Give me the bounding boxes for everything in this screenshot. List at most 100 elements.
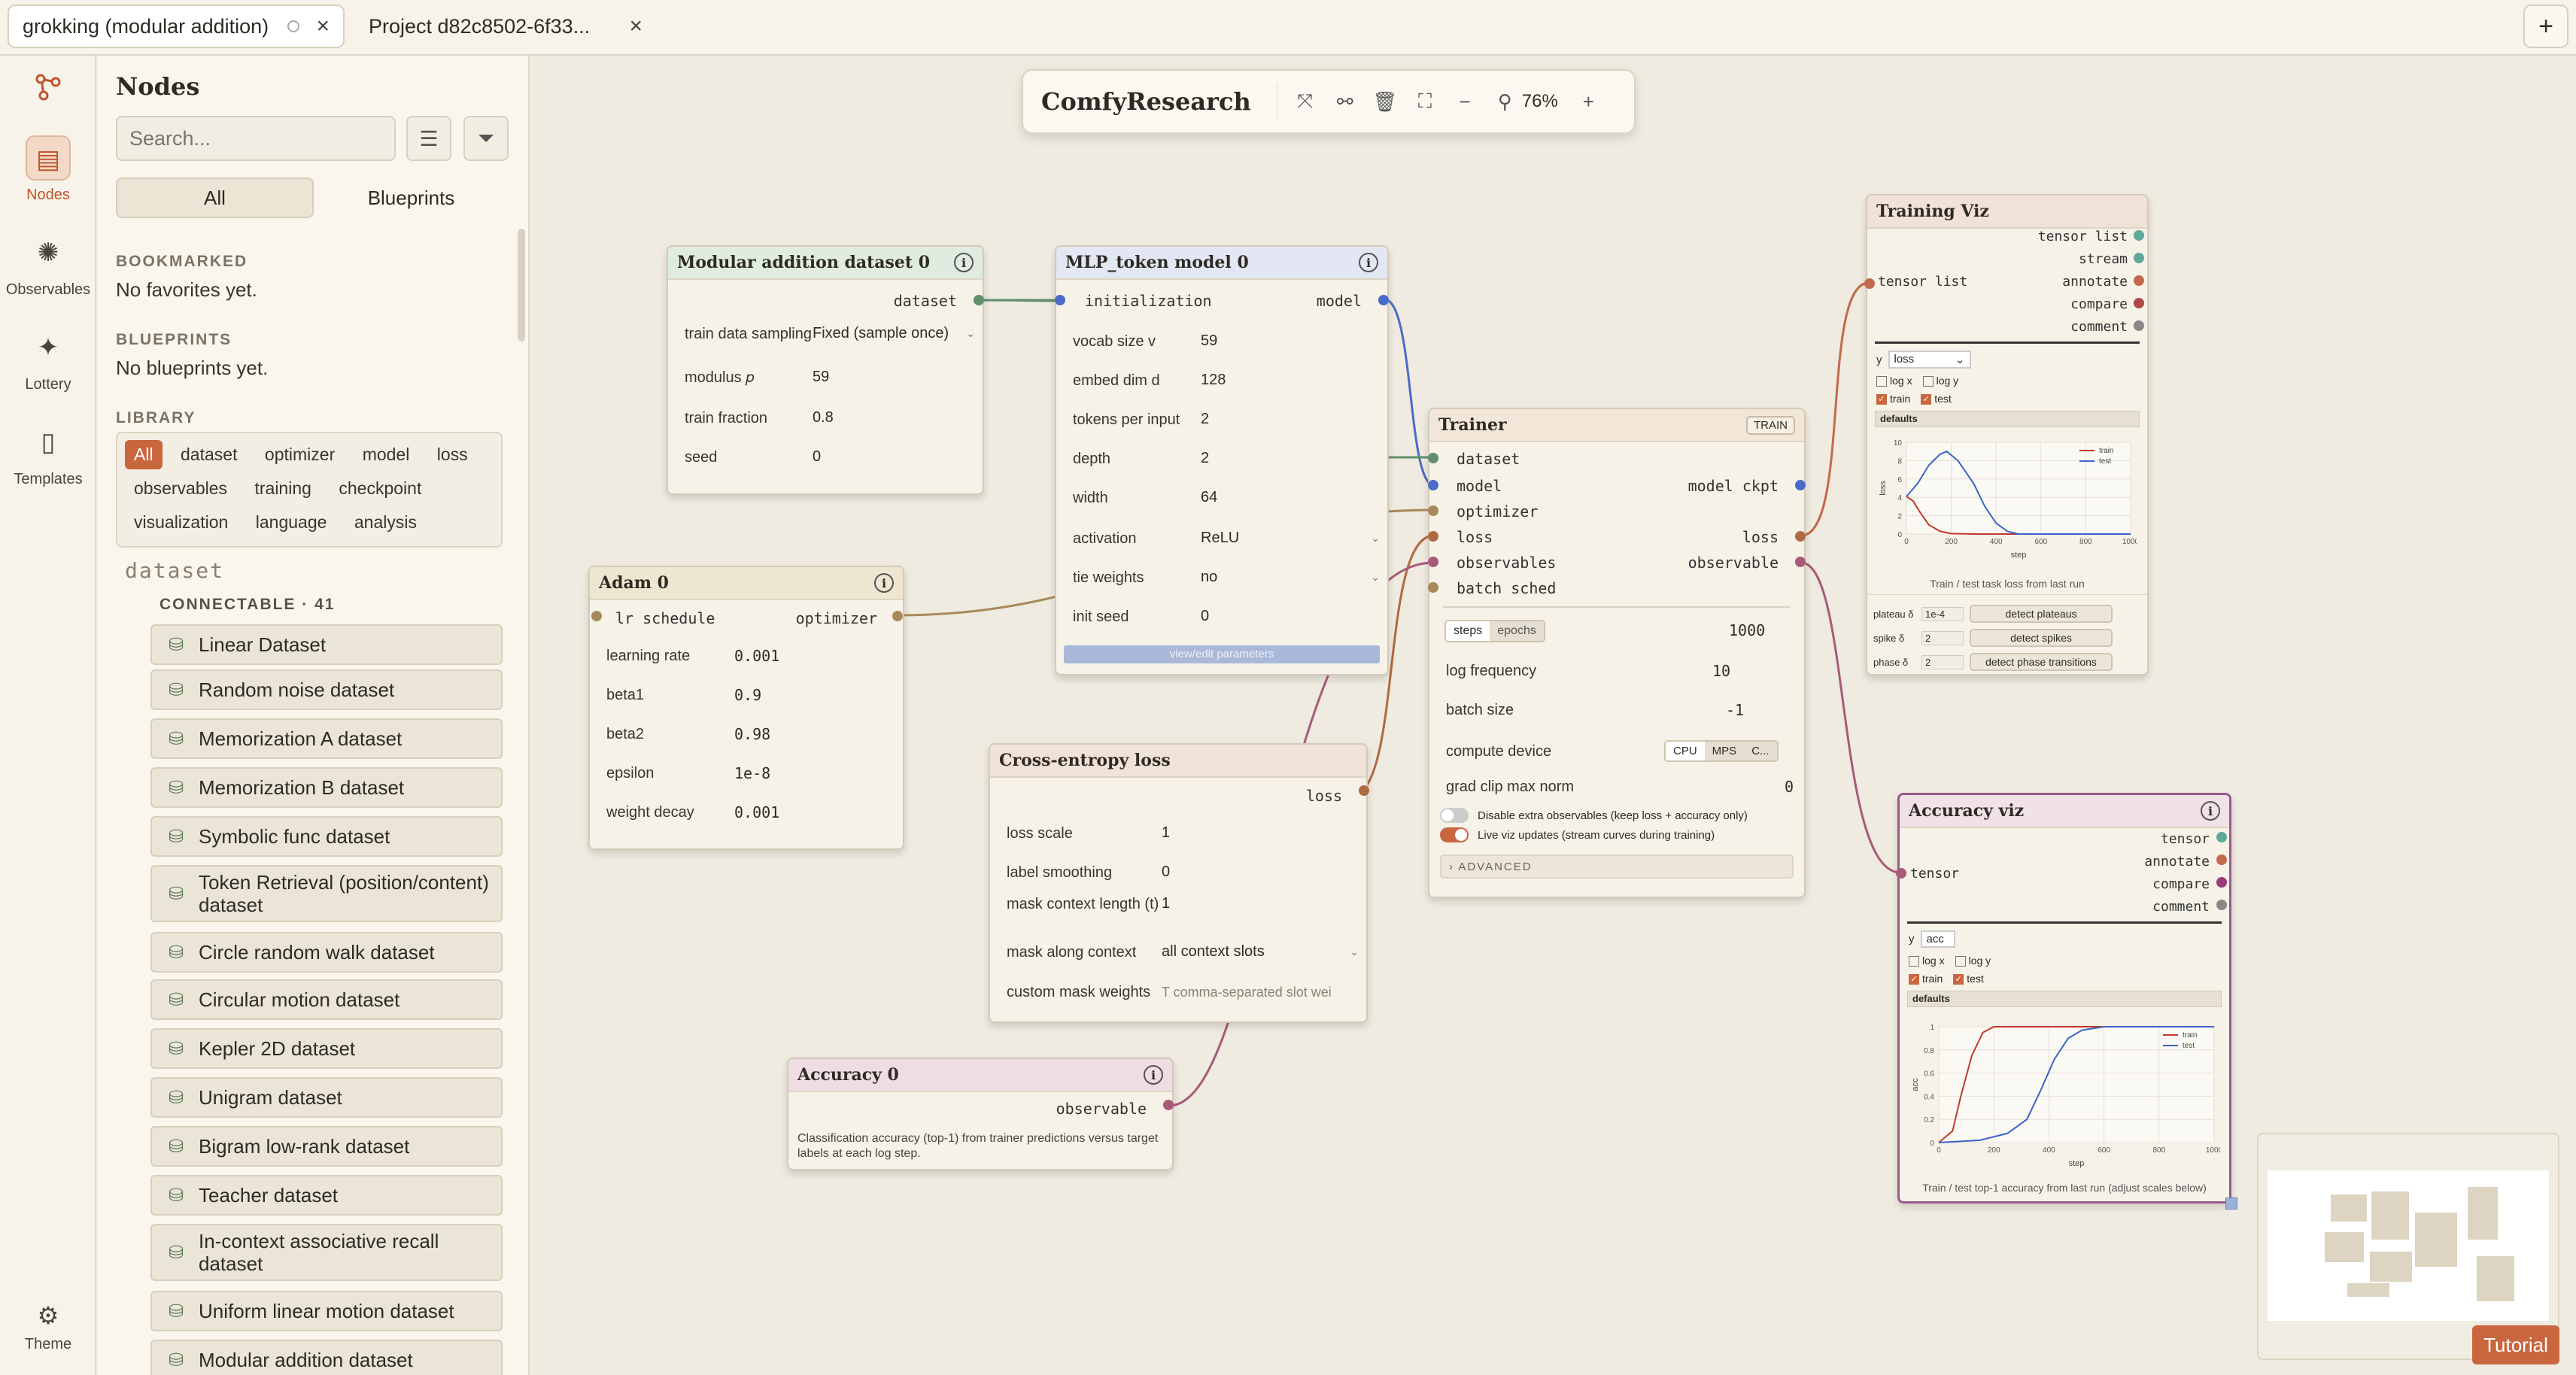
param-value[interactable]: 0.9	[734, 686, 761, 704]
chip-visualization[interactable]: visualization	[125, 508, 237, 537]
output-port-dot[interactable]	[2134, 230, 2144, 241]
logx-checkbox[interactable]: log x	[1876, 375, 1912, 387]
param-row[interactable]: custom mask weights T comma-separated slo…	[1007, 984, 1359, 1000]
plateau-input[interactable]: 1e-4	[1921, 606, 1964, 621]
param-row[interactable]: depth 2	[1073, 450, 1380, 467]
node-mlp-token-model[interactable]: MLP_token model 0 i initialization model…	[1055, 245, 1389, 675]
param-value[interactable]: 0	[813, 448, 821, 466]
output-port-dot[interactable]	[2216, 832, 2227, 842]
tab-project[interactable]: Project d82c8502-6f33... ×	[355, 5, 656, 48]
output-port-dot[interactable]	[1795, 531, 1806, 542]
train-checkbox[interactable]: ✓ train	[1876, 393, 1910, 405]
output-port-dot[interactable]	[1378, 295, 1389, 305]
test-checkbox[interactable]: ✓ test	[1921, 393, 1952, 405]
logy-checkbox[interactable]: log y	[1955, 955, 1991, 967]
live-viz-toggle[interactable]: Live viz updates (stream curves during t…	[1440, 827, 1715, 842]
node-header[interactable]: Adam 0 i	[590, 567, 903, 600]
param-value[interactable]: 1e-8	[734, 764, 770, 782]
output-port-dot[interactable]	[2216, 877, 2227, 888]
filter-button[interactable]: ⏷	[463, 116, 509, 161]
input-port-dot[interactable]	[591, 611, 602, 621]
advanced-section[interactable]: › ADVANCED	[1440, 854, 1794, 879]
param-value[interactable]: 59	[1201, 332, 1217, 350]
output-port-dot[interactable]	[1359, 785, 1369, 796]
input-port-dot[interactable]	[1428, 557, 1438, 567]
param-row[interactable]: train fraction 0.8	[685, 409, 975, 426]
info-icon[interactable]: i	[1359, 253, 1378, 272]
param-row[interactable]: train data sampling Fixed (sample once) ⌄	[685, 325, 975, 342]
steps-option[interactable]: steps	[1446, 621, 1490, 641]
detect-phase-transitions-button[interactable]: detect phase transitions	[1970, 653, 2113, 671]
output-port-dot[interactable]	[2216, 854, 2227, 865]
chip-language[interactable]: language	[247, 508, 336, 537]
input-port-dot[interactable]	[1428, 582, 1438, 593]
param-row[interactable]: epsilon 1e-8	[606, 764, 895, 782]
node-header[interactable]: MLP_token model 0 i	[1056, 247, 1387, 280]
dataset-list-item[interactable]: ⛁ Modular addition dataset	[150, 1340, 503, 1375]
param-row[interactable]: learning rate 0.001	[606, 647, 895, 665]
output-port-dot[interactable]	[2134, 320, 2144, 331]
dataset-list-item[interactable]: ⛁ Uniform linear motion dataset	[150, 1291, 503, 1331]
param-row[interactable]: embed dim d 128	[1073, 372, 1380, 389]
param-row[interactable]: seed 0	[685, 448, 975, 466]
detect-plateaus-button[interactable]: detect plateaus	[1970, 605, 2113, 623]
toggle-switch[interactable]	[1440, 808, 1469, 823]
sidebar-scrollbar[interactable]	[518, 229, 525, 341]
train-checkbox[interactable]: ✓ train	[1909, 973, 1943, 985]
output-port-dot[interactable]	[2134, 275, 2144, 286]
chip-loss[interactable]: loss	[428, 440, 477, 469]
device-cpu[interactable]: CPU	[1666, 742, 1705, 760]
node-header[interactable]: Accuracy viz i	[1900, 795, 2229, 828]
param-value[interactable]: 0.98	[734, 725, 770, 743]
node-training-viz[interactable]: Training Viz tensor list stream annotate…	[1866, 194, 2149, 675]
dataset-list-item[interactable]: ⛁ Unigram dataset	[150, 1077, 503, 1118]
custom-mask-input[interactable]: T comma-separated slot wei	[1162, 985, 1350, 1000]
output-port-dot[interactable]	[1795, 480, 1806, 490]
node-trainer[interactable]: Trainer TRAIN dataset model optimizer lo…	[1428, 408, 1806, 898]
param-row[interactable]: modulus 𝑝 59	[685, 369, 975, 386]
output-port-dot[interactable]	[1163, 1100, 1174, 1110]
node-accuracy[interactable]: Accuracy 0 i observable Classification a…	[787, 1058, 1174, 1170]
param-value[interactable]: no	[1201, 569, 1217, 586]
trash-icon[interactable]: 🗑	[1372, 84, 1397, 119]
test-checkbox[interactable]: ✓ test	[1953, 973, 1984, 985]
output-port-dot[interactable]	[892, 611, 903, 621]
auto-layout-icon[interactable]: ⤧	[1293, 84, 1317, 119]
param-value[interactable]: -1	[1726, 701, 1744, 719]
chip-training[interactable]: training	[245, 474, 320, 503]
close-tab-icon[interactable]: ×	[629, 14, 642, 39]
output-port-dot[interactable]	[974, 295, 984, 305]
zoom-out-icon[interactable]: −	[1453, 84, 1478, 119]
rail-nodes[interactable]: ▤ Nodes	[0, 135, 96, 204]
tab-grokking[interactable]: grokking (modular addition) ×	[8, 5, 345, 48]
param-row[interactable]: grad clip max norm 0	[1446, 778, 1797, 796]
dataset-list-item[interactable]: ⛁ Circular motion dataset	[150, 979, 503, 1020]
steps-value[interactable]: 1000	[1729, 621, 1765, 639]
chip-analysis[interactable]: analysis	[345, 508, 426, 537]
defaults-button[interactable]: defaults	[1875, 411, 2140, 427]
new-tab-button[interactable]: +	[2523, 5, 2568, 48]
chip-dataset[interactable]: dataset	[172, 440, 246, 469]
param-row[interactable]: tokens per input 2	[1073, 411, 1380, 428]
info-icon[interactable]: i	[2201, 801, 2220, 821]
input-port-dot[interactable]	[1864, 278, 1875, 289]
dataset-list-item[interactable]: ⛁ In-context associative recall dataset	[150, 1224, 503, 1281]
logy-checkbox[interactable]: log y	[1922, 375, 1958, 387]
epochs-option[interactable]: epochs	[1490, 621, 1544, 641]
info-icon[interactable]: i	[1144, 1065, 1163, 1085]
dataset-list-item[interactable]: ⛁ Random noise dataset	[150, 669, 503, 710]
input-port-dot[interactable]	[1428, 505, 1438, 516]
param-row[interactable]: tie weights no ⌄	[1073, 569, 1380, 586]
param-value[interactable]: 1	[1162, 824, 1170, 842]
node-header[interactable]: Accuracy 0 i	[788, 1059, 1172, 1092]
close-tab-icon[interactable]: ×	[316, 14, 330, 39]
sort-button[interactable]: ☰	[406, 116, 451, 161]
chip-model[interactable]: model	[354, 440, 419, 469]
param-value[interactable]: 64	[1201, 489, 1217, 506]
param-value[interactable]: 0.001	[734, 803, 779, 821]
phase-input[interactable]: 2	[1921, 654, 1964, 669]
param-row[interactable]: label smoothing 0	[1007, 864, 1359, 881]
logx-checkbox[interactable]: log x	[1909, 955, 1945, 967]
dataset-list-item[interactable]: ⛁ Kepler 2D dataset	[150, 1028, 503, 1069]
input-port-dot[interactable]	[1428, 480, 1438, 490]
